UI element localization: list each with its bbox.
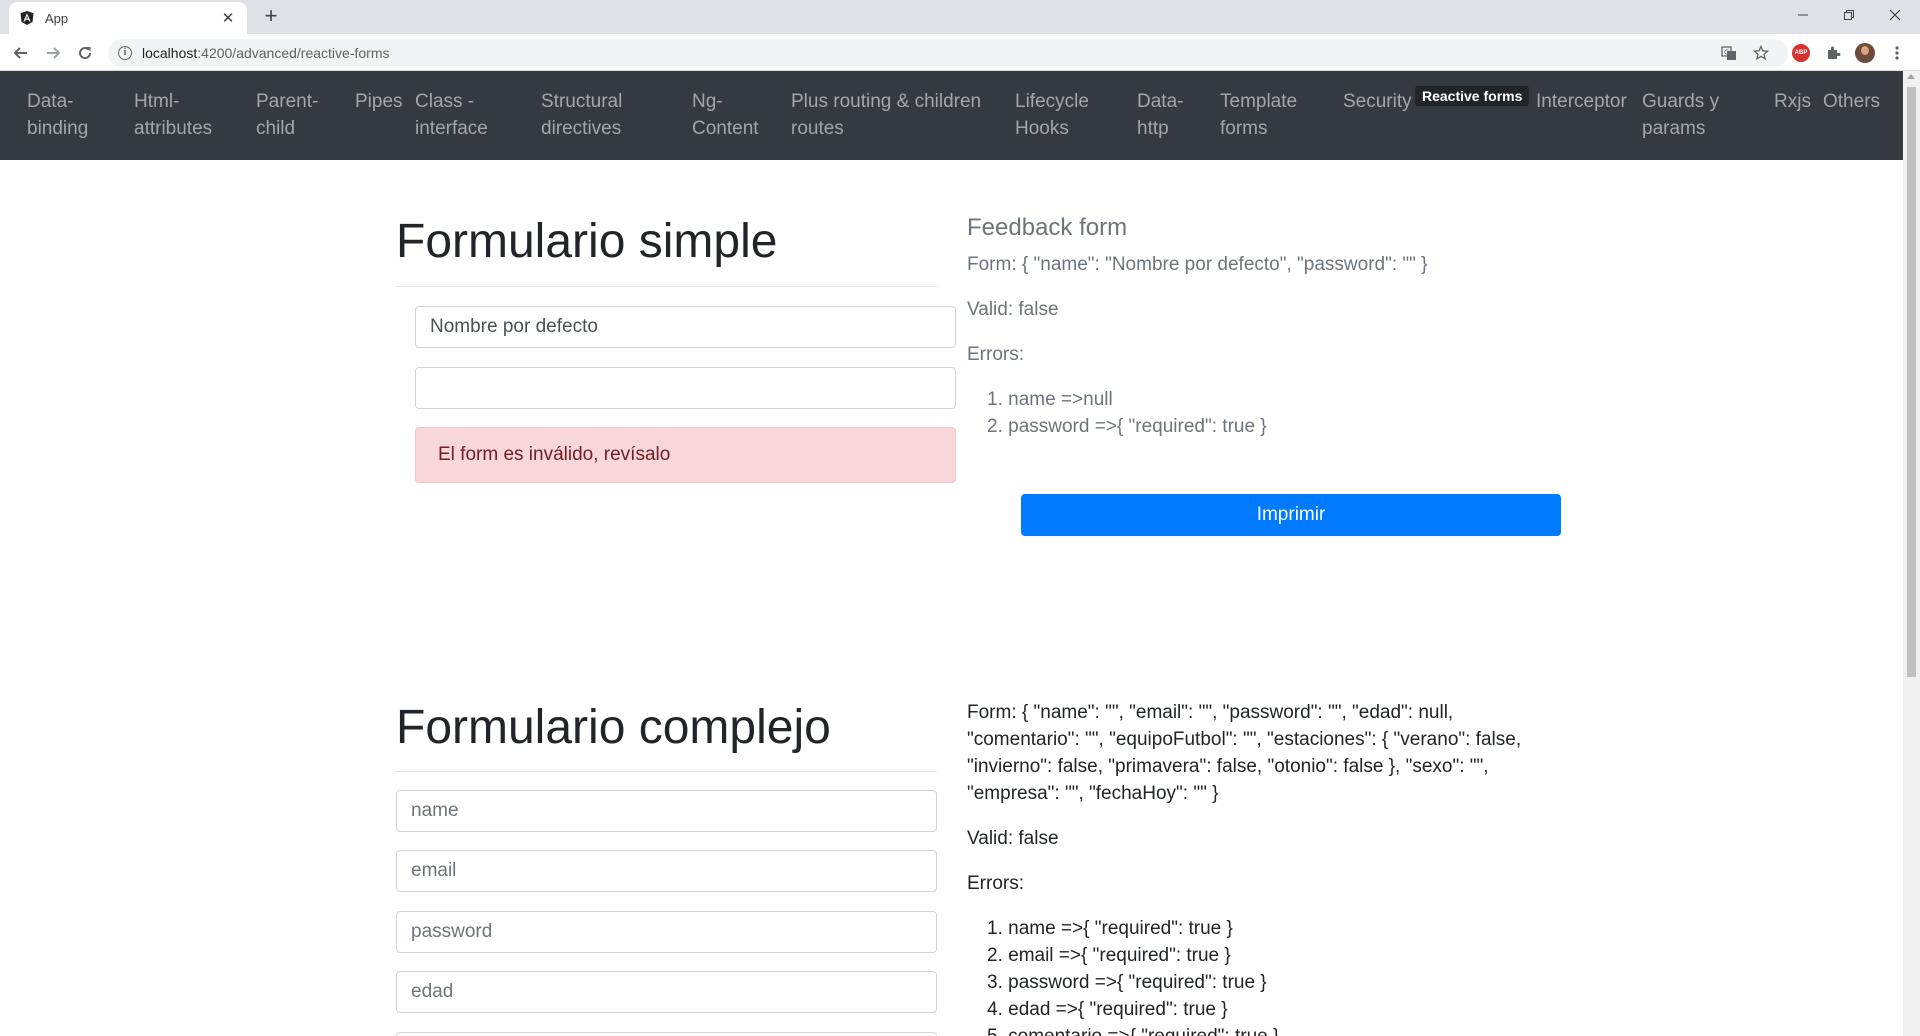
nav-item-rxjs[interactable]: Rxjs [1774, 88, 1811, 115]
list-item: 1. name =>null [987, 389, 1113, 410]
reload-icon[interactable] [72, 40, 98, 66]
nav-item-data-http[interactable]: Data- http [1137, 88, 1183, 142]
adblock-icon[interactable]: ABP [1790, 42, 1812, 64]
feedback-errors-label: Errors: [967, 344, 1024, 365]
print-button[interactable]: Imprimir [1021, 494, 1561, 536]
browser-tab[interactable]: App ✕ [9, 2, 247, 34]
restore-icon[interactable] [1826, 0, 1872, 30]
simple-form-divider [396, 286, 937, 287]
nav-item-plus-routing[interactable]: Plus routing & children routes [791, 88, 981, 142]
complex-errors-label: Errors: [967, 873, 1024, 894]
menu-kebab-icon[interactable] [1886, 42, 1908, 64]
list-item: 4. edad =>{ "required": true } [987, 999, 1228, 1020]
simple-form-title: Formulario simple [396, 215, 778, 268]
nav-item-parent-child[interactable]: Parent- child [256, 88, 318, 142]
minimize-icon[interactable] [1780, 0, 1826, 30]
page-scrollbar[interactable] [1903, 71, 1920, 1036]
complex-valid-status: Valid: false [967, 828, 1059, 849]
url-text: localhost:4200/advanced/reactive-forms [142, 45, 390, 61]
complex-edad-input[interactable]: edad [396, 971, 937, 1013]
feedback-form-value: Form: { "name": "Nombre por defecto", "p… [967, 254, 1428, 275]
complex-password-input[interactable]: password [396, 911, 937, 953]
complex-form-divider [396, 771, 937, 772]
angular-icon [19, 10, 35, 26]
nav-item-data-binding[interactable]: Data- binding [27, 88, 88, 142]
new-tab-icon[interactable]: + [259, 5, 283, 29]
nav-item-template-forms[interactable]: Template forms [1220, 88, 1297, 142]
nav-item-interceptor[interactable]: Interceptor [1536, 88, 1627, 115]
nav-item-reactive-forms-active[interactable]: Reactive forms [1415, 86, 1530, 106]
simple-name-input[interactable]: Nombre por defecto [415, 306, 956, 348]
app-navbar: Data- binding Html- attributes Parent- c… [0, 71, 1903, 160]
list-item: 5. comentario =>{ "required": true } [987, 1023, 1279, 1036]
list-item: 3. password =>{ "required": true } [987, 972, 1267, 993]
site-info-icon[interactable]: i [118, 46, 132, 60]
complex-errors-list: 1. name =>{ "required": true } 2. email … [987, 915, 1279, 1036]
translate-icon[interactable]: G [1718, 42, 1740, 64]
svg-text:G: G [1724, 49, 1729, 57]
feedback-form-title: Feedback form [967, 214, 1128, 241]
nav-item-structural-directives[interactable]: Structural directives [541, 88, 622, 142]
bookmark-star-icon[interactable] [1750, 42, 1772, 64]
nav-item-ng-content[interactable]: Ng- Content [692, 88, 759, 142]
back-icon[interactable] [8, 40, 34, 66]
profile-avatar[interactable] [1854, 42, 1876, 64]
close-tab-icon[interactable]: ✕ [219, 9, 237, 27]
simple-password-input[interactable] [415, 367, 956, 409]
complex-email-input[interactable]: email [396, 850, 937, 892]
nav-item-security[interactable]: Security [1343, 88, 1412, 115]
complex-next-input[interactable] [396, 1032, 937, 1036]
list-item: 1. name =>{ "required": true } [987, 918, 1233, 939]
feedback-valid-status: Valid: false [967, 299, 1059, 320]
address-bar[interactable]: i localhost:4200/advanced/reactive-forms [108, 39, 1788, 67]
feedback-errors-list: 1. name =>null 2. password =>{ "required… [987, 386, 1267, 440]
tab-title: App [45, 10, 69, 26]
extensions-icon[interactable] [1822, 42, 1844, 64]
nav-item-class-interface[interactable]: Class - interface [415, 88, 488, 142]
nav-item-html-attributes[interactable]: Html- attributes [134, 88, 212, 142]
nav-item-lifecycle-hooks[interactable]: Lifecycle Hooks [1015, 88, 1089, 142]
nav-item-guards-params[interactable]: Guards y params [1642, 88, 1719, 142]
complex-form-value: Form: { "name": "", "email": "", "passwo… [967, 702, 1522, 804]
scroll-up-arrow-icon[interactable] [1907, 74, 1915, 79]
nav-item-others[interactable]: Others [1823, 88, 1880, 115]
forward-icon[interactable] [40, 40, 66, 66]
browser-tabstrip: App ✕ + [0, 0, 1920, 34]
close-window-icon[interactable] [1872, 0, 1918, 30]
nav-item-pipes[interactable]: Pipes [355, 88, 403, 115]
list-item: 2. password =>{ "required": true } [987, 416, 1267, 437]
browser-toolbar: i localhost:4200/advanced/reactive-forms… [0, 34, 1920, 71]
complex-name-input[interactable]: name [396, 790, 937, 832]
invalid-form-alert: El form es inválido, revísalo [415, 427, 956, 483]
complex-form-title: Formulario complejo [396, 701, 831, 754]
list-item: 2. email =>{ "required": true } [987, 945, 1231, 966]
scroll-thumb[interactable] [1907, 87, 1916, 677]
